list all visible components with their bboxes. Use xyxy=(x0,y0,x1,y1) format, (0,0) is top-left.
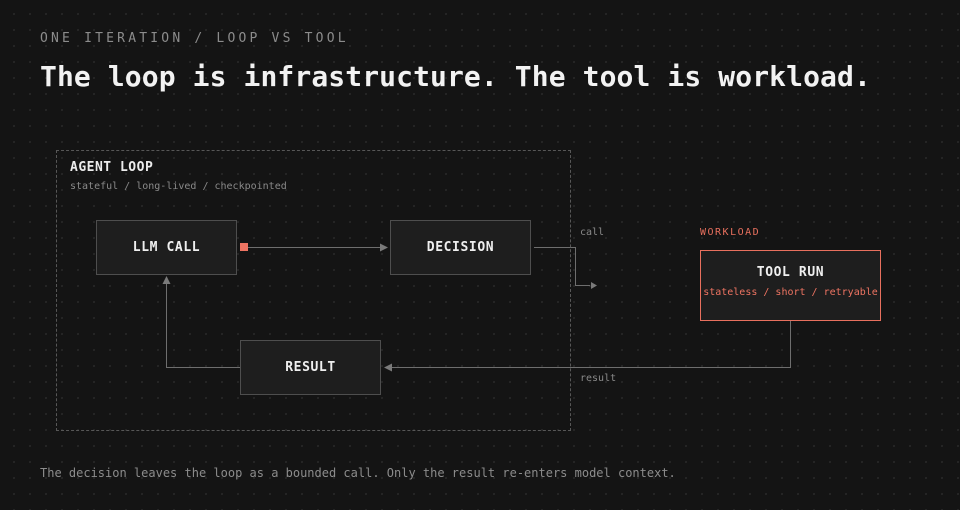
arrowhead-icon xyxy=(591,282,597,289)
node-result: RESULT xyxy=(240,340,381,395)
edge-result-label: result xyxy=(580,373,617,384)
caption-text: The decision leaves the loop as a bounde… xyxy=(40,466,676,480)
agent-loop-subtitle: stateful / long-lived / checkpointed xyxy=(70,181,287,192)
node-decision: DECISION xyxy=(390,220,531,275)
node-tool-run: TOOL RUN stateless / short / retryable xyxy=(700,250,881,321)
agent-loop-title: AGENT LOOP xyxy=(70,160,154,175)
node-result-label: RESULT xyxy=(285,360,336,375)
tool-run-title: TOOL RUN xyxy=(756,265,825,280)
tool-run-subtitle: stateless / short / retryable xyxy=(703,287,878,298)
node-llm-call: LLM CALL xyxy=(96,220,237,275)
workload-label: WORKLOAD xyxy=(700,227,761,238)
node-llm-call-label: LLM CALL xyxy=(132,240,201,255)
square-port-icon xyxy=(240,243,248,251)
edge-call-label: call xyxy=(580,227,605,238)
node-decision-label: DECISION xyxy=(426,240,495,255)
